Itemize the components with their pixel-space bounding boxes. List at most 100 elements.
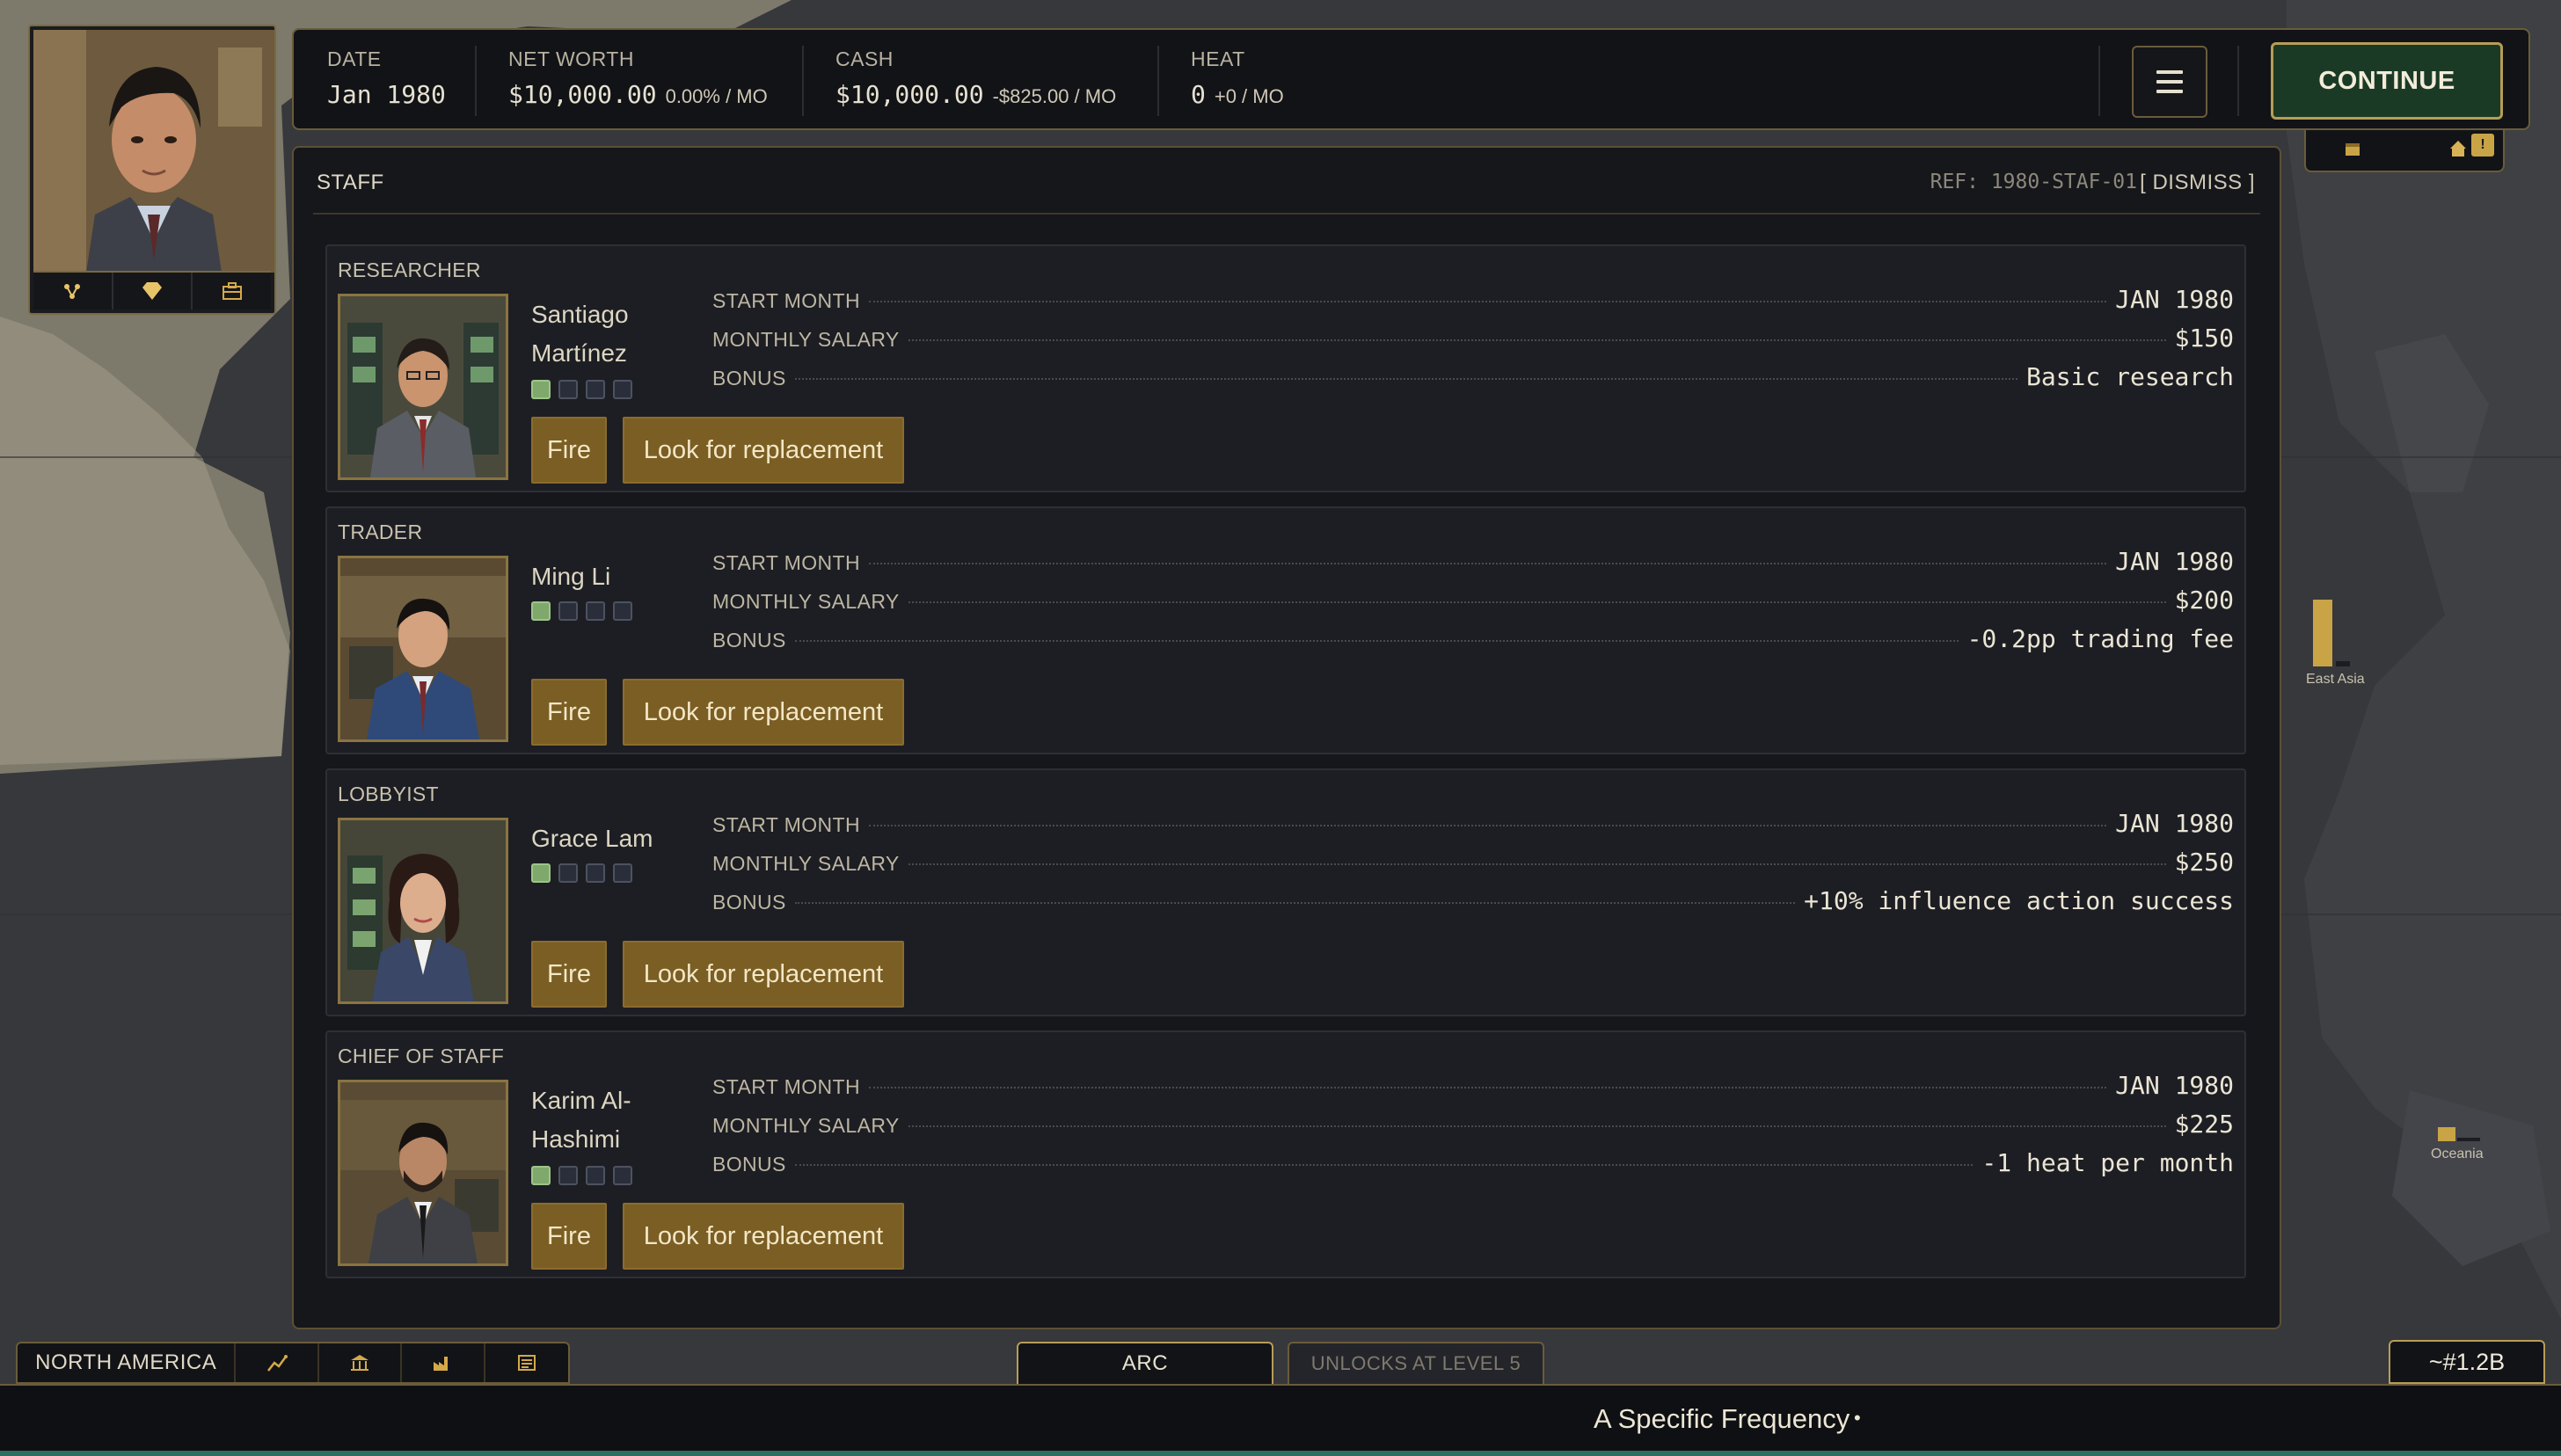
region-label-oceania[interactable]: Oceania bbox=[2431, 1147, 2484, 1162]
panel-header: STAFF REF: 1980-STAF-01 [ DISMISS ] bbox=[313, 148, 2260, 215]
stat-heat-change: +0 / MO bbox=[1214, 85, 1284, 107]
fire-button[interactable]: Fire bbox=[531, 679, 607, 746]
calendar-icon[interactable] bbox=[2345, 141, 2360, 157]
bonus-label: BONUS bbox=[712, 891, 786, 914]
start-month-label: START MONTH bbox=[712, 1075, 860, 1098]
panel-reference: REF: 1980-STAF-01 bbox=[1930, 171, 2137, 193]
staff-portrait-karim bbox=[338, 1080, 508, 1266]
bonus-value: +10% influence action success bbox=[1804, 886, 2234, 915]
bank-icon bbox=[351, 1355, 369, 1371]
staff-card-researcher: RESEARCHER Santiago Martínez START MONTH… bbox=[325, 244, 2246, 492]
stat-cash-value: $10,000.00 bbox=[835, 80, 984, 109]
start-month-value: JAN 1980 bbox=[2115, 547, 2234, 576]
stat-date-label: DATE bbox=[327, 47, 382, 70]
bonus-value: -1 heat per month bbox=[1981, 1148, 2234, 1177]
oceania-marker bbox=[2438, 1127, 2455, 1141]
player-portrait[interactable] bbox=[33, 30, 274, 273]
salary-label: MONTHLY SALARY bbox=[712, 1114, 900, 1137]
region-toolbar: NORTH AMERICA bbox=[16, 1342, 570, 1384]
stat-cash-change: -$825.00 / MO bbox=[992, 85, 1117, 107]
ticker-headline[interactable]: A Specific Frequency bbox=[1594, 1403, 1850, 1435]
menu-button[interactable] bbox=[2132, 46, 2207, 118]
industry-button[interactable] bbox=[402, 1343, 485, 1382]
dismiss-button[interactable]: [ DISMISS ] bbox=[2140, 171, 2255, 195]
salary-label: MONTHLY SALARY bbox=[712, 590, 900, 613]
network-button[interactable] bbox=[33, 273, 113, 309]
start-month-label: START MONTH bbox=[712, 289, 860, 312]
look-for-replacement-button[interactable]: Look for replacement bbox=[623, 941, 904, 1008]
salary-value: $200 bbox=[2174, 586, 2234, 615]
staff-panel: STAFF REF: 1980-STAF-01 [ DISMISS ] RESE… bbox=[292, 146, 2281, 1329]
staff-card-trader: TRADER Ming Li START MONTH JAN 1980 MONTH… bbox=[325, 506, 2246, 754]
staff-portrait-grace bbox=[338, 818, 508, 1004]
mini-status-widget[interactable]: ! bbox=[2304, 130, 2505, 172]
stat-heat: HEAT 0 +0 / MO bbox=[1191, 47, 1284, 109]
salary-label: MONTHLY SALARY bbox=[712, 328, 900, 351]
region-label-east-asia[interactable]: East Asia bbox=[2306, 672, 2365, 688]
network-icon bbox=[64, 284, 81, 299]
staff-name: Grace Lam bbox=[531, 825, 653, 852]
top-stats-bar: DATE Jan 1980 NET WORTH $10,000.00 0.00% … bbox=[292, 28, 2530, 130]
markets-button[interactable] bbox=[236, 1343, 319, 1382]
stat-date: DATE Jan 1980 bbox=[327, 47, 446, 109]
news-ticker[interactable]: A Specific Frequency • bbox=[0, 1384, 2561, 1451]
bonus-label: BONUS bbox=[712, 1153, 786, 1176]
staff-portrait-santiago bbox=[338, 294, 508, 480]
assets-button[interactable] bbox=[113, 273, 193, 309]
hamburger-icon bbox=[2156, 70, 2183, 74]
staff-level-indicator bbox=[531, 601, 632, 621]
stat-net-worth-label: NET WORTH bbox=[508, 47, 634, 70]
look-for-replacement-button[interactable]: Look for replacement bbox=[623, 1203, 904, 1270]
stat-heat-label: HEAT bbox=[1191, 47, 1245, 70]
bottom-accent-strip bbox=[0, 1451, 2561, 1456]
staff-role: RESEARCHER bbox=[338, 258, 481, 281]
staff-name: Ming Li bbox=[531, 563, 611, 590]
arc-tab[interactable]: ARC bbox=[1017, 1342, 1273, 1384]
house-icon[interactable] bbox=[2448, 139, 2468, 158]
salary-value: $225 bbox=[2174, 1110, 2234, 1139]
bonus-label: BONUS bbox=[712, 629, 786, 652]
start-month-value: JAN 1980 bbox=[2115, 809, 2234, 838]
look-for-replacement-button[interactable]: Look for replacement bbox=[623, 417, 904, 484]
stat-net-worth-value: $10,000.00 bbox=[508, 80, 657, 109]
stat-cash: CASH $10,000.00 -$825.00 / MO bbox=[835, 47, 1116, 109]
government-button[interactable] bbox=[319, 1343, 403, 1382]
fire-button[interactable]: Fire bbox=[531, 417, 607, 484]
east-asia-marker bbox=[2313, 600, 2332, 666]
start-month-value: JAN 1980 bbox=[2115, 285, 2234, 314]
newspaper-icon bbox=[517, 1355, 536, 1371]
diamond-icon bbox=[142, 282, 162, 300]
staff-portrait-ming bbox=[338, 556, 508, 742]
staff-level-indicator bbox=[531, 1166, 632, 1185]
continue-button[interactable]: CONTINUE bbox=[2271, 42, 2503, 120]
bonus-value: Basic research bbox=[2025, 362, 2234, 391]
briefcase-icon bbox=[222, 282, 242, 300]
ticker-separator: • bbox=[1854, 1407, 1861, 1429]
fire-button[interactable]: Fire bbox=[531, 1203, 607, 1270]
stat-date-value: Jan 1980 bbox=[327, 80, 446, 109]
staff-role: CHIEF OF STAFF bbox=[338, 1045, 505, 1067]
staff-level-indicator bbox=[531, 863, 632, 883]
news-button[interactable] bbox=[485, 1343, 568, 1382]
start-month-value: JAN 1980 bbox=[2115, 1071, 2234, 1100]
population-counter: ~#1.2B bbox=[2389, 1340, 2545, 1384]
stat-cash-label: CASH bbox=[835, 47, 894, 70]
stat-net-worth: NET WORTH $10,000.00 0.00% / MO bbox=[508, 47, 768, 109]
business-button[interactable] bbox=[193, 273, 271, 309]
staff-card-lobbyist: LOBBYIST Grace Lam START MONTH JAN 1980 M… bbox=[325, 768, 2246, 1016]
salary-label: MONTHLY SALARY bbox=[712, 852, 900, 875]
bonus-value: -0.2pp trading fee bbox=[1966, 624, 2234, 653]
fire-button[interactable]: Fire bbox=[531, 941, 607, 1008]
stat-heat-value: 0 bbox=[1191, 80, 1206, 109]
stat-net-worth-change: 0.00% / MO bbox=[665, 85, 768, 107]
alert-icon[interactable]: ! bbox=[2471, 134, 2494, 157]
region-tab-north-america[interactable]: NORTH AMERICA bbox=[18, 1343, 237, 1382]
player-avatar-card[interactable] bbox=[28, 25, 276, 315]
staff-card-chief-of-staff: CHIEF OF STAFF Karim Al-Hashimi START MO… bbox=[325, 1030, 2246, 1278]
salary-value: $150 bbox=[2174, 324, 2234, 353]
staff-name: Karim Al-Hashimi bbox=[531, 1087, 631, 1153]
look-for-replacement-button[interactable]: Look for replacement bbox=[623, 679, 904, 746]
salary-value: $250 bbox=[2174, 848, 2234, 877]
start-month-label: START MONTH bbox=[712, 813, 860, 836]
staff-level-indicator bbox=[531, 380, 632, 399]
